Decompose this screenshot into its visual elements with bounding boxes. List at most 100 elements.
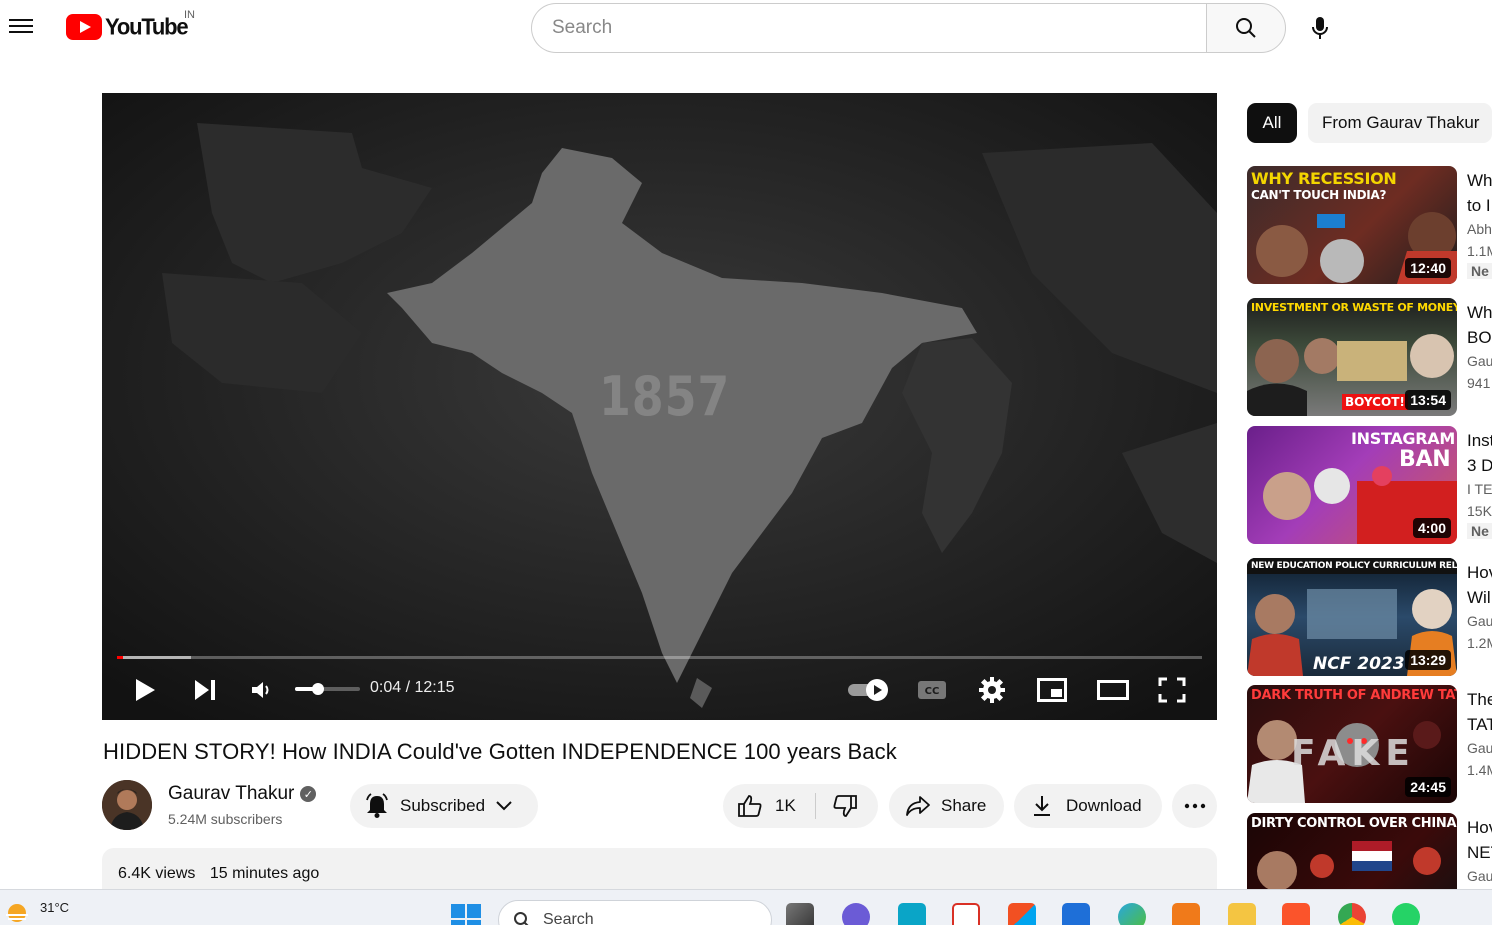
recommendation-item[interactable]: DARK TRUTH OF ANDREW TATE FAKE 24:45 The… (1247, 685, 1492, 803)
title-line-1: Hov (1467, 563, 1492, 582)
recommendation-channel: Gau (1467, 613, 1492, 629)
microsoft-store-icon[interactable] (1008, 903, 1036, 925)
chrome-icon[interactable] (1338, 903, 1366, 925)
recommendation-details: Inst 3 D I TE 15K Ne (1467, 428, 1492, 541)
video-duration: 4:00 (1412, 518, 1451, 538)
recommendation-title: Inst 3 D (1467, 428, 1492, 478)
menu-icon[interactable] (9, 16, 33, 40)
channel-name-text: Gaurav Thakur (168, 783, 295, 804)
fullscreen-button[interactable] (1157, 671, 1187, 709)
mute-button[interactable] (247, 671, 275, 709)
captions-icon: CC (918, 681, 946, 699)
thumbs-down-icon (833, 795, 857, 817)
play-button[interactable] (130, 671, 160, 709)
search-placeholder: Search (552, 17, 613, 38)
new-badge: Ne (1467, 523, 1492, 539)
search-icon (514, 912, 529, 925)
subscribed-button[interactable]: Subscribed (350, 784, 538, 828)
chip-all[interactable]: All (1247, 103, 1297, 143)
teams-icon[interactable] (842, 903, 870, 925)
search-icon (1236, 18, 1256, 38)
video-title: HIDDEN STORY! How INDIA Could've Gotten … (103, 739, 897, 764)
weather-widget[interactable]: 31°C (4, 900, 69, 922)
recommendation-thumbnail[interactable]: DARK TRUTH OF ANDREW TATE FAKE 24:45 (1247, 685, 1457, 803)
recommendation-views: 941 (1467, 375, 1491, 391)
captions-button[interactable]: CC (916, 671, 948, 709)
recommendation-channel: Gau (1467, 868, 1492, 884)
title-line-1: Wh (1467, 171, 1492, 190)
subscribed-label: Subscribed (400, 796, 486, 815)
recommendation-views: 15K (1467, 503, 1492, 519)
recommendation-details: Hov Wil Gau 1.2M (1467, 560, 1492, 654)
volume-slider[interactable] (295, 683, 360, 695)
progress-buffered (117, 656, 191, 659)
chip-from-channel[interactable]: From Gaurav Thakur (1308, 103, 1492, 143)
share-button[interactable]: Share (889, 784, 1004, 828)
recommendation-details: Wh BO Gau 941 (1467, 300, 1492, 394)
voice-search-button[interactable] (1300, 8, 1340, 48)
recommendation-item[interactable]: DIRTY CONTROL OVER CHINA Hov NET Gau (1247, 813, 1492, 889)
thumbnail-art (1257, 841, 1441, 889)
cortana-icon[interactable] (898, 903, 926, 925)
taskbar-search[interactable]: Search (498, 900, 772, 925)
download-button[interactable]: Download (1014, 784, 1162, 828)
thumbs-up-icon (738, 795, 762, 817)
recommendation-item[interactable]: INSTAGRAM BAN 4:00 Inst 3 D I TE 15K Ne (1247, 426, 1492, 544)
theater-icon (1097, 680, 1129, 700)
autoplay-toggle[interactable] (846, 671, 892, 709)
more-actions-button[interactable] (1172, 784, 1217, 828)
more-horizontal-icon (1184, 803, 1205, 809)
windows-logo-icon (451, 904, 481, 925)
brave-icon[interactable] (1282, 903, 1310, 925)
settings-button[interactable] (976, 671, 1008, 709)
total-time: 12:15 (414, 679, 455, 696)
current-time: 0:04 (370, 679, 402, 696)
recommendation-thumbnail[interactable]: DIRTY CONTROL OVER CHINA (1247, 813, 1457, 889)
thumbnail-tag: FAKE (1291, 733, 1416, 774)
title-line-2: Wil (1467, 588, 1491, 607)
recommendation-channel: I TE (1467, 481, 1492, 497)
next-button[interactable] (190, 671, 220, 709)
subscriber-count: 5.24M subscribers (168, 811, 283, 827)
title-line-1: Hov (1467, 818, 1492, 837)
country-code: IN (184, 9, 195, 21)
miniplayer-button[interactable] (1036, 671, 1068, 709)
recommendation-item[interactable]: NEW EDUCATION POLICY CURRICULUM RELEASED… (1247, 558, 1492, 676)
edge-icon[interactable] (1118, 903, 1146, 925)
gmail-icon[interactable] (952, 903, 980, 925)
recommendation-channel: Gau (1467, 740, 1492, 756)
whatsapp-icon[interactable] (1392, 903, 1420, 925)
file-explorer-icon[interactable] (1228, 903, 1256, 925)
recommendation-details: Wh to I Abh 1.1M Ne (1467, 168, 1492, 281)
progress-bar[interactable] (117, 656, 1202, 659)
thumbnail-tag: NCF 2023 (1313, 654, 1405, 674)
gear-icon (979, 677, 1005, 703)
channel-avatar[interactable] (102, 780, 152, 830)
miniplayer-icon (1037, 678, 1067, 702)
video-overlay-year: 1857 (599, 365, 731, 428)
dislike-button[interactable] (816, 784, 858, 828)
recommendation-thumbnail[interactable]: WHY RECESSION CAN'T TOUCH INDIA? 12:40 (1247, 166, 1457, 284)
xampp-icon[interactable] (1172, 903, 1200, 925)
youtube-logo[interactable]: YouTube (66, 13, 189, 40)
search-input[interactable]: Search (531, 3, 1207, 53)
recommendation-thumbnail[interactable]: INSTAGRAM BAN 4:00 (1247, 426, 1457, 544)
theater-mode-button[interactable] (1096, 671, 1130, 709)
trello-icon[interactable] (1062, 903, 1090, 925)
recommendation-thumbnail[interactable]: NEW EDUCATION POLICY CURRICULUM RELEASED… (1247, 558, 1457, 676)
start-button[interactable] (451, 904, 481, 925)
bell-icon (366, 793, 388, 818)
channel-name[interactable]: Gaurav Thakur ✓ (168, 783, 317, 805)
title-line-2: TAT (1467, 715, 1492, 734)
task-view-icon[interactable] (786, 903, 814, 925)
recommendation-item[interactable]: INVESTMENT OR WASTE OF MONEY BOYCOT! 13:… (1247, 298, 1492, 416)
recommendation-views: 1.1M (1467, 243, 1492, 259)
like-button[interactable]: 1K (723, 784, 815, 828)
like-dislike-group: 1K (723, 784, 878, 828)
video-player[interactable]: 1857 0:04 / 12:15 CC (102, 93, 1217, 720)
title-line-2: to I (1467, 196, 1491, 215)
recommendation-title: Hov Wil (1467, 560, 1492, 610)
search-button[interactable] (1206, 3, 1286, 53)
recommendation-item[interactable]: WHY RECESSION CAN'T TOUCH INDIA? 12:40 W… (1247, 166, 1492, 284)
recommendation-thumbnail[interactable]: INVESTMENT OR WASTE OF MONEY BOYCOT! 13:… (1247, 298, 1457, 416)
